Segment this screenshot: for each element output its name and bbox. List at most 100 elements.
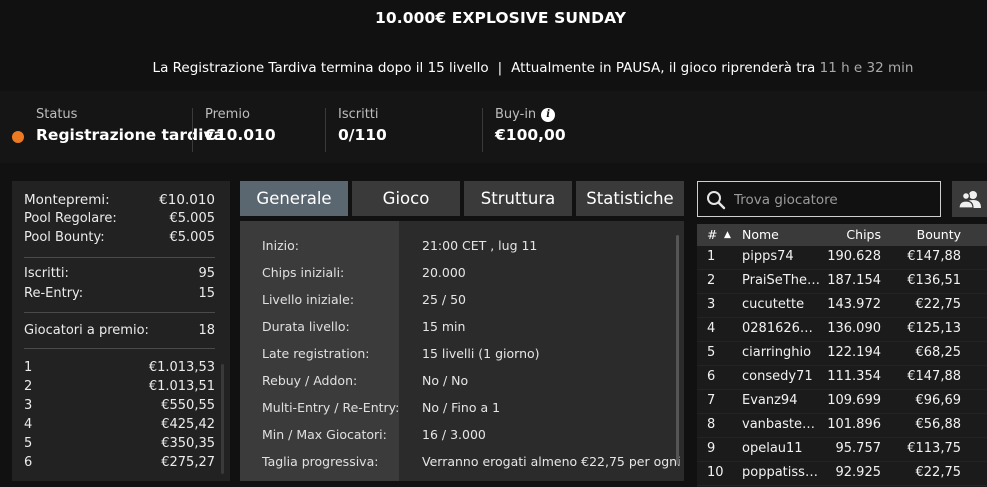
search-icon <box>707 191 726 210</box>
tournament-title: 10.000€ EXPLOSIVE SUNDAY <box>374 9 627 27</box>
prize-value: €10.010 <box>205 126 276 144</box>
chips-cell: 136.090 <box>827 321 881 336</box>
divider <box>24 257 215 258</box>
status-value: Registrazione tardiva <box>36 126 225 144</box>
detail-row: Late registration: 15 livelli (1 giorno) <box>240 346 684 366</box>
rank-cell: 4 <box>707 321 716 336</box>
paid-players-row: Giocatori a premio: 18 <box>24 323 215 338</box>
late-reg-text: La Registrazione Tardiva termina dopo il… <box>152 60 489 76</box>
players-button[interactable] <box>952 181 987 217</box>
payout-row: 1 €1.013,53 <box>24 360 215 375</box>
rank-cell: 1 <box>707 249 716 264</box>
payout-place: 6 <box>24 455 33 470</box>
detail-value: 16 / 3.000 <box>422 427 486 442</box>
summary-value: €10.010 <box>159 192 215 208</box>
payout-amount: €1.013,53 <box>148 360 215 375</box>
prize-label: Premio <box>205 107 250 122</box>
name-cell: opelau11 <box>742 441 803 456</box>
table-row[interactable]: 4 028162628... 136.090 €125,13 <box>697 318 987 342</box>
chips-cell: 122.194 <box>827 345 881 360</box>
divider <box>24 348 215 349</box>
divider <box>325 108 326 152</box>
detail-label: Multi-Entry / Re-Entry: <box>262 400 400 415</box>
chips-header[interactable]: Chips <box>846 227 881 242</box>
detail-label: Livello iniziale: <box>262 292 355 307</box>
name-cell: Evanz94 <box>742 393 798 408</box>
bounty-cell: €125,13 <box>907 321 961 336</box>
prize-scrollbar[interactable] <box>221 364 224 474</box>
table-body: 1 pipps74 190.628 €147,88 2 PraiSeTheS... 187… <box>697 246 987 487</box>
detail-row: Livello iniziale: 25 / 50 <box>240 292 684 312</box>
table-row[interactable]: 2 PraiSeTheS... 187.154 €136,51 <box>697 270 987 294</box>
tab-statistiche[interactable]: Statistiche <box>576 181 684 216</box>
summary-label: Pool Regolare: <box>24 211 117 226</box>
detail-label: Late registration: <box>262 346 370 361</box>
chips-cell: 187.154 <box>827 273 881 288</box>
chips-cell: 101.896 <box>827 417 881 432</box>
search-box[interactable] <box>697 181 941 217</box>
tab-generale[interactable]: Generale <box>240 181 348 216</box>
tab-struttura[interactable]: Struttura <box>464 181 572 216</box>
search-input[interactable] <box>734 190 934 210</box>
entrants-label: Iscritti <box>338 107 379 122</box>
sort-asc-icon[interactable]: ▲ <box>724 230 731 240</box>
detail-row: Rebuy / Addon: No / No <box>240 373 684 393</box>
payout-amount: €425,42 <box>161 417 215 432</box>
rank-cell: 9 <box>707 441 716 456</box>
detail-value: No / Fino a 1 <box>422 400 501 415</box>
detail-value: 15 livelli (1 giorno) <box>422 346 540 361</box>
summary-label: Montepremi: <box>24 192 110 208</box>
bounty-header[interactable]: Bounty <box>917 227 961 242</box>
payout-row: 2 €1.013,51 <box>24 379 215 394</box>
table-row[interactable]: 10 poppatissi... 92.925 €22,75 <box>697 462 987 486</box>
entrants-block: Iscritti 0/110 <box>338 107 387 151</box>
table-row[interactable]: 7 Evanz94 109.699 €96,69 <box>697 390 987 414</box>
table-row[interactable]: 8 vanbasten91 101.896 €56,88 <box>697 414 987 438</box>
detail-value: 21:00 CET , lug 11 <box>422 238 538 253</box>
rank-cell: 6 <box>707 369 716 384</box>
detail-value: 20.000 <box>422 265 466 280</box>
table-row[interactable]: 6 consedy71 111.354 €147,88 <box>697 366 987 390</box>
bounty-cell: €147,88 <box>907 249 961 264</box>
prize-summary-row: Pool Bounty: €5.005 <box>24 230 215 245</box>
name-cell: consedy71 <box>742 369 813 384</box>
rank-header[interactable]: # <box>707 227 717 242</box>
table-row[interactable]: 5 ciarringhio 122.194 €68,25 <box>697 342 987 366</box>
table-row[interactable]: 3 cucutette 143.972 €22,75 <box>697 294 987 318</box>
table-row[interactable]: 1 pipps74 190.628 €147,88 <box>697 246 987 270</box>
summary-value: €5.005 <box>169 211 216 226</box>
detail-label: Durata livello: <box>262 319 350 334</box>
status-dot-icon <box>12 131 24 143</box>
chips-cell: 95.757 <box>835 441 882 456</box>
status-block: Status Registrazione tardiva <box>36 107 224 151</box>
details-scrollbar[interactable] <box>676 235 679 465</box>
divider <box>24 312 215 313</box>
bounty-cell: €113,75 <box>907 441 961 456</box>
divider <box>192 108 193 152</box>
payout-row: 6 €275,27 <box>24 455 215 470</box>
entries-label: Iscritti: <box>24 266 69 281</box>
name-cell: cucutette <box>742 297 805 312</box>
status-strip: Status Registrazione tardiva Premio €10.… <box>0 91 987 163</box>
name-cell: 028162628... <box>742 321 820 336</box>
buyin-label-row: Buy-in i <box>495 107 566 122</box>
payout-place: 5 <box>24 436 33 451</box>
player-table: # ▲ Nome Chips Bounty 1 pipps74 190.628 €14… <box>697 224 987 487</box>
buyin-block: Buy-in i €100,00 <box>495 107 566 151</box>
name-header[interactable]: Nome <box>742 227 779 242</box>
summary-value: €5.005 <box>169 230 216 245</box>
info-icon[interactable]: i <box>541 108 556 122</box>
name-cell: ciarringhio <box>742 345 812 360</box>
detail-row: Taglia progressiva: Verranno erogati alme… <box>240 454 684 474</box>
entries-row: Iscritti: 95 <box>24 266 215 281</box>
tab-gioco[interactable]: Gioco <box>352 181 460 216</box>
name-cell: pipps74 <box>742 249 794 264</box>
detail-value: 15 min <box>422 319 466 334</box>
divider <box>482 108 483 152</box>
entries-row: Re-Entry: 15 <box>24 286 215 301</box>
paid-label: Giocatori a premio: <box>24 323 149 338</box>
bounty-cell: €56,88 <box>915 417 962 432</box>
summary-label: Pool Bounty: <box>24 230 105 245</box>
prize-block: Premio €10.010 <box>205 107 276 151</box>
table-row[interactable]: 9 opelau11 95.757 €113,75 <box>697 438 987 462</box>
